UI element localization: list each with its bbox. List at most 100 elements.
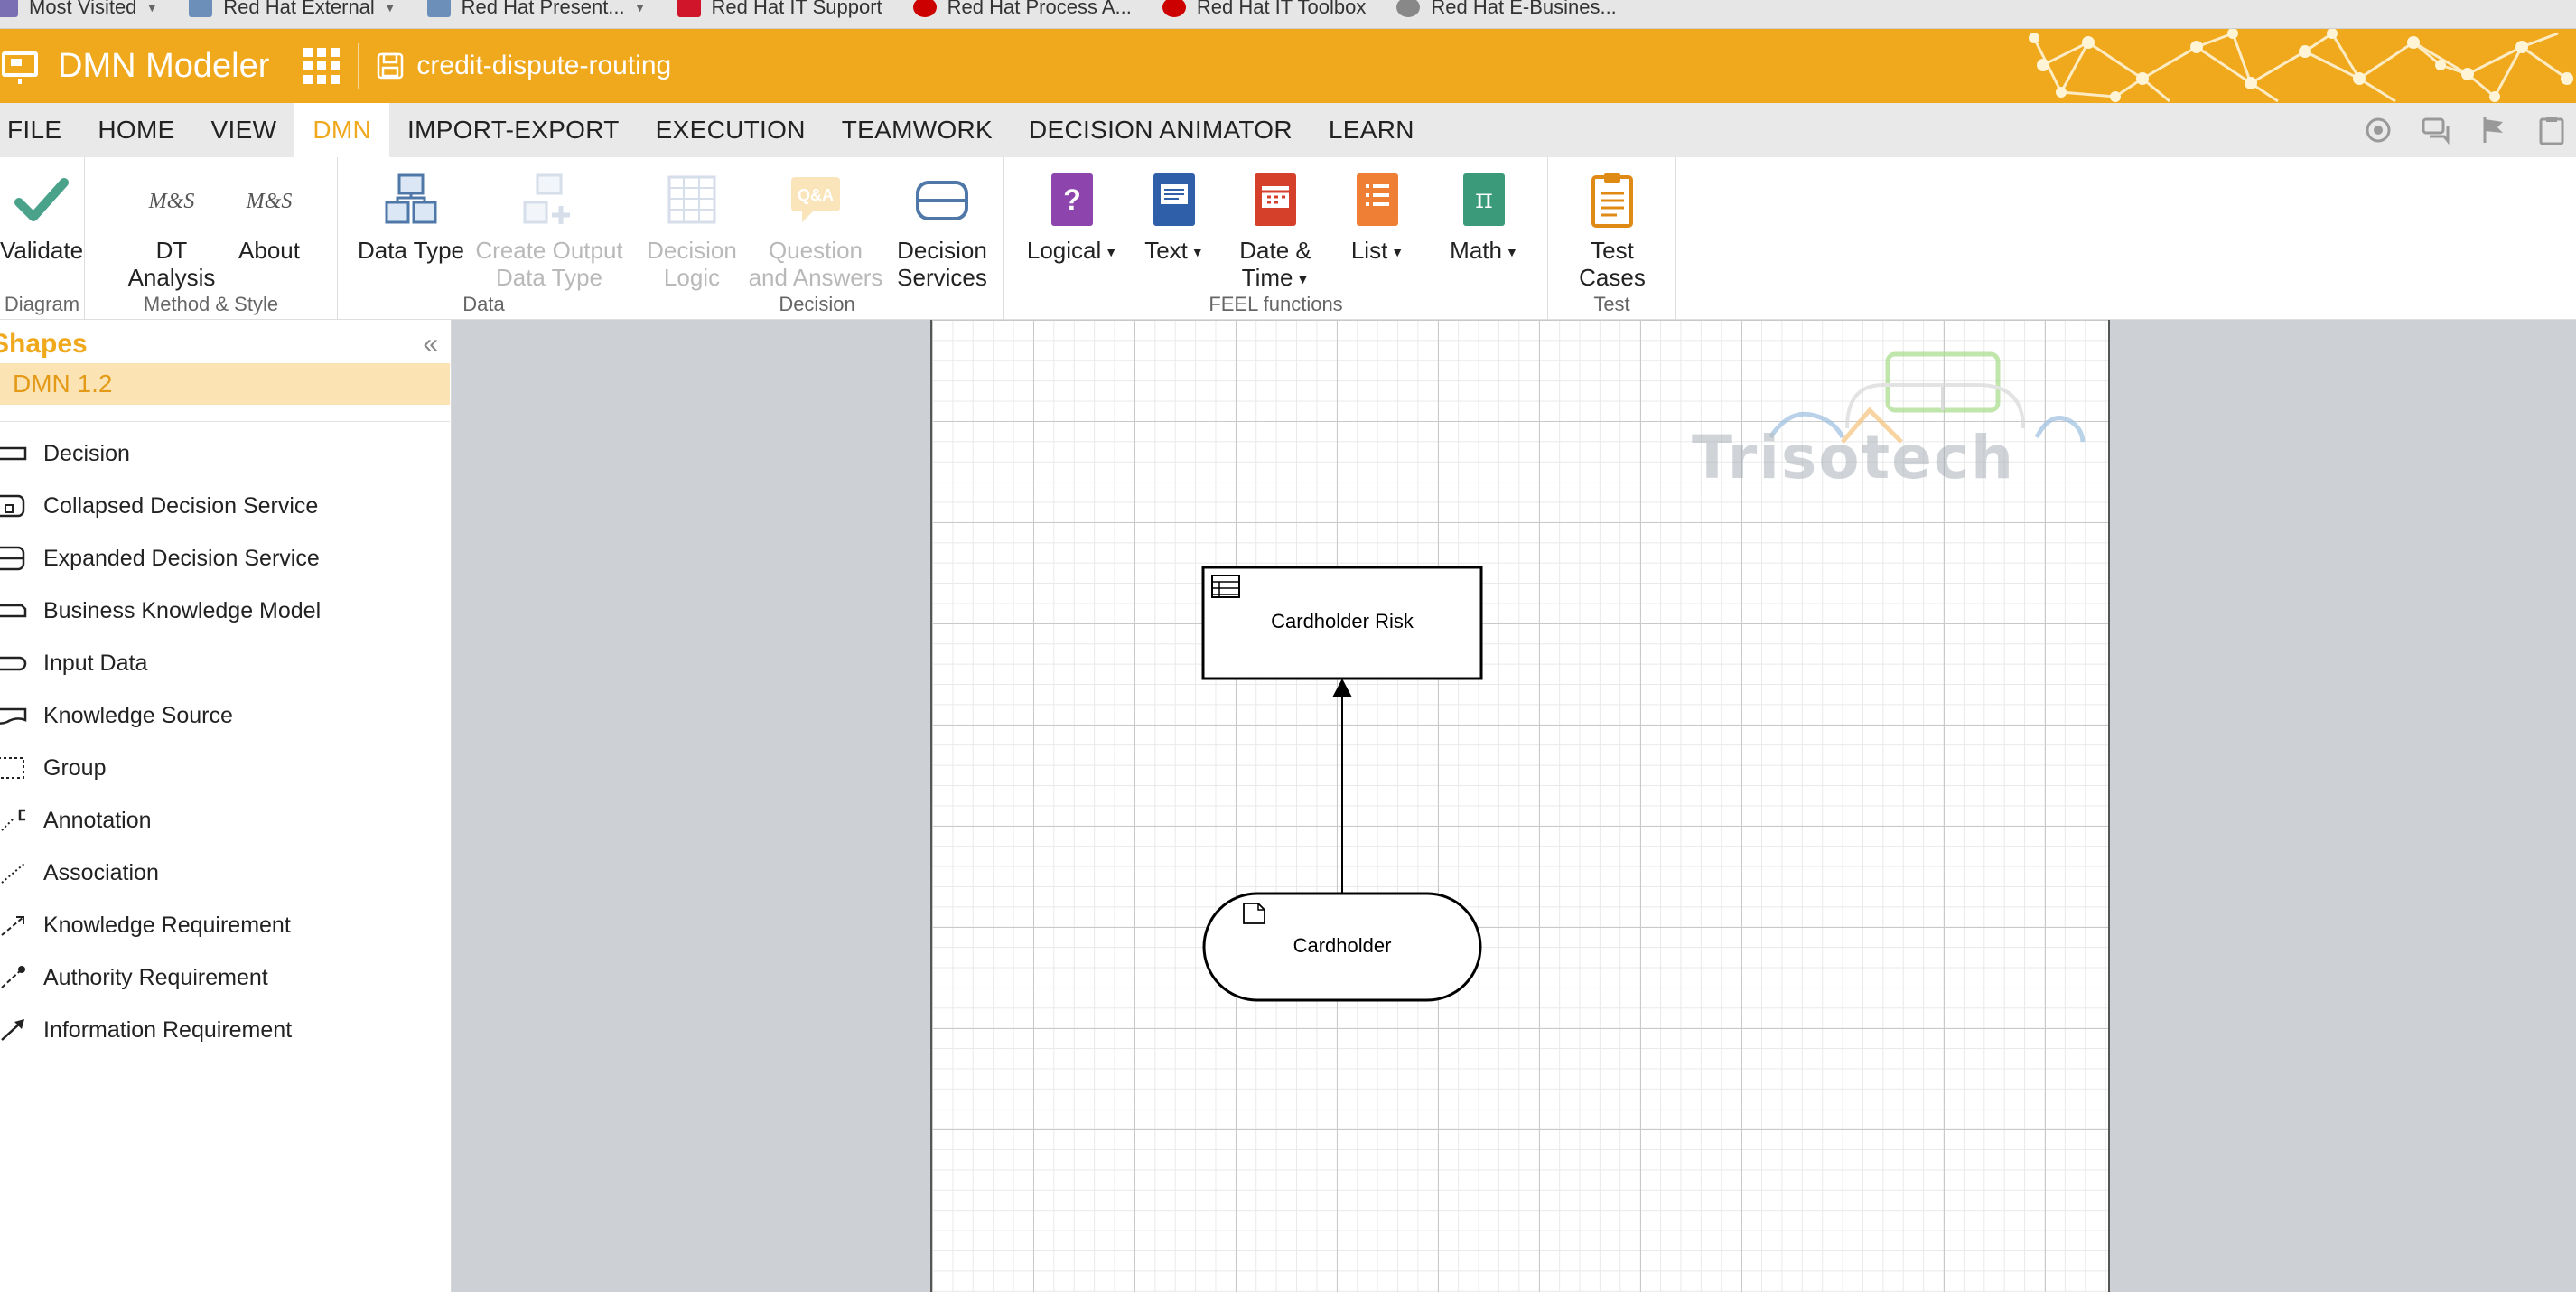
shape-label: Input Data (43, 650, 148, 676)
app-launcher-icon[interactable] (302, 46, 341, 86)
menu-file[interactable]: FILE (0, 103, 79, 157)
math-label: Math (1450, 237, 1502, 264)
shape-decision[interactable]: Decision (0, 435, 130, 472)
menu-teamwork[interactable]: TEAMWORK (824, 103, 1011, 157)
menu-learn[interactable]: LEARN (1311, 103, 1433, 157)
test-cases-label-1: Test (1591, 237, 1634, 264)
text-book-icon (1153, 173, 1195, 226)
bookmark-red-hat-it-support[interactable]: Red Hat IT Support (677, 0, 882, 22)
comments-icon[interactable] (2421, 115, 2451, 145)
network-decoration (2029, 29, 2573, 103)
knowledge-source-icon (0, 707, 27, 725)
decision-service-icon (916, 181, 968, 220)
shape-association[interactable]: Association (0, 855, 159, 891)
document-name[interactable]: credit-dispute-routing (377, 51, 671, 81)
create-output-data-type-button[interactable]: Create Output Data Type (471, 172, 627, 291)
test-cases-button[interactable]: Test Cases (1563, 172, 1662, 291)
shape-collapsed-decision-service[interactable]: Collapsed Decision Service (0, 488, 318, 524)
list-book-icon (1357, 173, 1398, 226)
menu-view[interactable]: VIEW (193, 103, 295, 157)
logical-label: Logical (1026, 237, 1102, 264)
bookmark-red-hat-it-toolbox[interactable]: Red Hat IT Toolbox (1162, 0, 1366, 22)
shape-label: Authority Requirement (43, 964, 268, 990)
menu-decision-animator[interactable]: DECISION ANIMATOR (1011, 103, 1311, 157)
shape-knowledge-requirement[interactable]: Knowledge Requirement (0, 907, 291, 943)
menu-dmn[interactable]: DMN (294, 103, 389, 157)
shape-label: Annotation (43, 807, 152, 833)
date-time-dropdown[interactable]: Date & Time ▼ (1228, 172, 1322, 293)
caret-down-icon: ▼ (1105, 245, 1118, 260)
shape-annotation[interactable]: Annotation (0, 802, 152, 838)
test-cases-label-2: Cases (1579, 264, 1646, 291)
information-requirement-icon (1, 1019, 24, 1041)
ms-logo-icon: M&S (148, 190, 195, 213)
bookmark-red-hat-present[interactable]: Red Hat Present... ▼ (426, 0, 647, 22)
svg-text:π: π (1475, 183, 1493, 215)
date-time-label-1: Date & (1239, 237, 1311, 264)
shape-label: Decision (43, 440, 130, 466)
target-icon[interactable] (2363, 115, 2394, 145)
menu-execution[interactable]: EXECUTION (638, 103, 824, 157)
decision-services-button[interactable]: Decision Services (892, 172, 992, 291)
dt-analysis-button[interactable]: M&S DT Analysis (126, 172, 217, 291)
dmn-version-header[interactable]: DMN 1.2 (0, 363, 450, 405)
shape-authority-requirement[interactable]: Authority Requirement (0, 960, 268, 996)
ribbon-toolbar: Validate Diagram M&S DT Analysis M&S Abo… (0, 157, 2576, 320)
bookmark-label: Red Hat Present... (461, 0, 625, 18)
save-icon (378, 52, 404, 80)
math-book-icon: π (1463, 173, 1505, 226)
bookmark-red-hat-e-business[interactable]: Red Hat E-Busines... (1396, 0, 1617, 22)
document-title: credit-dispute-routing (416, 51, 672, 80)
collapsed-service-icon (0, 494, 25, 518)
list-dropdown[interactable]: List ▼ (1335, 172, 1420, 266)
collapse-panel-icon[interactable]: « (423, 329, 438, 360)
shape-group[interactable]: Group (0, 750, 106, 786)
menu-home[interactable]: HOME (79, 103, 192, 157)
group-shape-icon (0, 757, 24, 779)
ribbon-group-data: Data Type Create Output Data Type Data (338, 157, 630, 320)
svg-text:M&S: M&S (246, 190, 293, 213)
math-dropdown[interactable]: π Math ▼ (1438, 172, 1530, 266)
validate-button[interactable]: Validate (0, 172, 83, 264)
menu-import-export[interactable]: IMPORT-EXPORT (389, 103, 638, 157)
text-dropdown[interactable]: Text ▼ (1131, 172, 1218, 266)
information-requirement-edge[interactable] (1332, 679, 1352, 894)
decision-shape-icon (0, 446, 27, 461)
shape-input-data[interactable]: Input Data (0, 645, 147, 681)
shape-information-requirement[interactable]: Information Requirement (0, 1012, 292, 1048)
decision-services-label-2: Services (897, 264, 987, 291)
decision-logic-button[interactable]: Decision Logic (643, 172, 741, 291)
decision-node-cardholder-risk[interactable]: Cardholder Risk (1201, 566, 1483, 680)
question-answers-button[interactable]: Q&A Question and Answers (748, 172, 883, 291)
shape-label: Collapsed Decision Service (43, 492, 319, 519)
clipboard-list-icon (1591, 173, 1633, 228)
bookmark-label: Red Hat E-Busines... (1431, 0, 1617, 18)
globe-icon (1396, 0, 1421, 17)
ribbon-group-feel: ? Logical ▼ Text ▼ Date & Time ▼ List ▼ … (1004, 157, 1548, 320)
shape-expanded-decision-service[interactable]: Expanded Decision Service (0, 540, 320, 576)
chevron-down-icon: ▼ (633, 0, 647, 14)
validate-label: Validate (0, 237, 84, 264)
date-time-label-2: Time (1241, 264, 1293, 291)
redhat-icon (1162, 0, 1186, 17)
logical-dropdown[interactable]: ? Logical ▼ (1022, 172, 1122, 266)
input-data-node-cardholder[interactable]: Cardholder (1202, 892, 1482, 1002)
data-type-label: Data Type (357, 237, 465, 264)
ms-logo-icon: M&S (246, 190, 293, 213)
bookmark-red-hat-external[interactable]: Red Hat External ▼ (189, 0, 397, 22)
shape-label: Group (43, 754, 107, 781)
bookmark-red-hat-process[interactable]: Red Hat Process A... (912, 0, 1132, 22)
caret-down-icon: ▼ (1296, 272, 1310, 287)
shape-knowledge-source[interactable]: Knowledge Source (0, 697, 233, 734)
data-type-button[interactable]: Data Type (352, 172, 470, 264)
flag-icon[interactable] (2478, 115, 2509, 145)
about-button[interactable]: M&S About (233, 172, 305, 264)
dmn-diagram: Trisotech Cardholder Risk Cardholder (1201, 351, 2086, 1002)
shape-business-knowledge-model[interactable]: Business Knowledge Model (0, 593, 321, 629)
shape-label: Expanded Decision Service (43, 545, 320, 571)
trisotech-watermark: Trisotech (1692, 351, 2086, 492)
shapes-panel-title: Shapes (0, 329, 88, 359)
bookmark-most-visited[interactable]: Most Visited ▼ (0, 0, 158, 22)
clipboard-icon[interactable] (2536, 115, 2567, 145)
qa-label-2: and Answers (748, 264, 883, 291)
